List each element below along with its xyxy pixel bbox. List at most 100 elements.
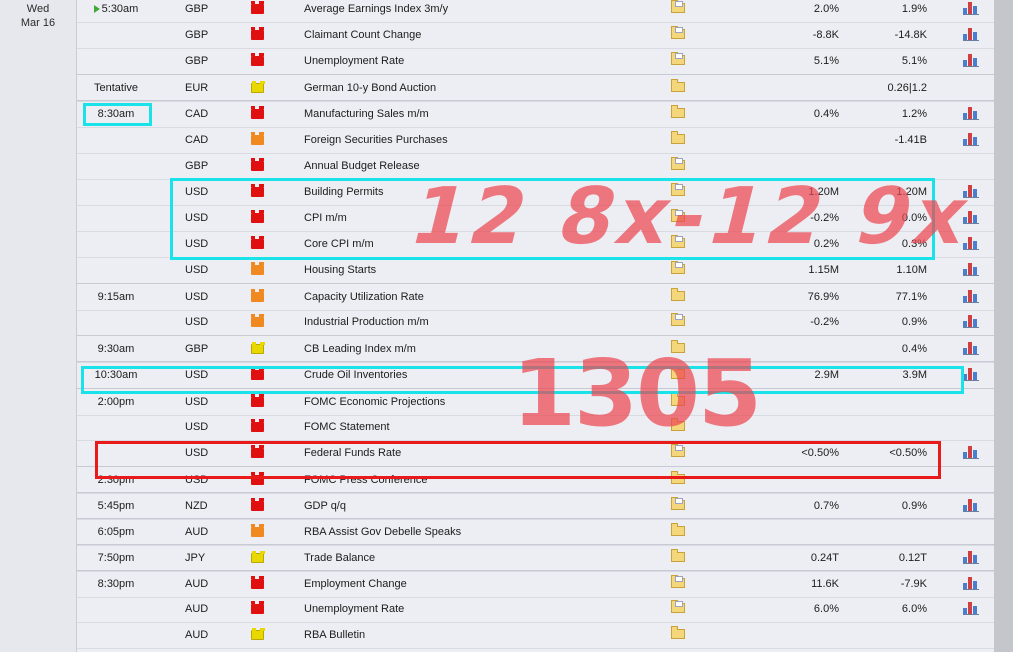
- detail-cell[interactable]: [671, 0, 687, 22]
- calendar-row[interactable]: Tentative EUR German 10-y Bond Auction 0.26…: [77, 74, 994, 102]
- detail-cell[interactable]: [671, 284, 687, 310]
- calendar-row[interactable]: GBP Unemployment Rate 5.1% 5.1%: [77, 48, 994, 75]
- detail-cell[interactable]: [671, 257, 687, 283]
- bar-chart-icon[interactable]: [963, 262, 979, 276]
- graph-cell[interactable]: [963, 493, 981, 519]
- calendar-row[interactable]: 8:30am CAD Manufacturing Sales m/m 0.4% 1.2%: [77, 100, 994, 128]
- event-currency: GBP: [185, 55, 209, 67]
- bar-chart-icon[interactable]: [963, 498, 979, 512]
- bar-chart-icon[interactable]: [963, 1, 979, 15]
- graph-cell[interactable]: [963, 101, 981, 127]
- detail-folder-icon[interactable]: [671, 418, 685, 431]
- graph-cell[interactable]: [963, 440, 981, 466]
- detail-folder-icon[interactable]: [671, 575, 685, 588]
- calendar-row[interactable]: USD FOMC Statement: [77, 414, 994, 441]
- graph-cell[interactable]: [963, 571, 981, 597]
- graph-cell[interactable]: [963, 0, 981, 22]
- detail-cell[interactable]: [671, 127, 687, 153]
- detail-cell[interactable]: [671, 75, 687, 101]
- graph-cell[interactable]: [963, 127, 981, 153]
- bar-chart-icon[interactable]: [963, 314, 979, 328]
- calendar-row[interactable]: GBP Annual Budget Release: [77, 153, 994, 180]
- bar-chart-icon[interactable]: [963, 132, 979, 146]
- detail-folder-icon[interactable]: [671, 626, 685, 639]
- detail-folder-icon[interactable]: [671, 313, 685, 326]
- bar-chart-icon[interactable]: [963, 184, 979, 198]
- detail-folder-icon[interactable]: [671, 105, 685, 118]
- calendar-row[interactable]: GBP Claimant Count Change -8.8K -14.8K: [77, 22, 994, 49]
- calendar-row[interactable]: CAD Foreign Securities Purchases -1.41B: [77, 127, 994, 154]
- bar-chart-icon-part: [963, 614, 979, 615]
- calendar-row[interactable]: 7:50pm JPY Trade Balance 0.24T 0.12T: [77, 544, 994, 572]
- detail-folder-icon[interactable]: [671, 600, 685, 613]
- bar-chart-icon[interactable]: [963, 367, 979, 381]
- bar-chart-icon[interactable]: [963, 53, 979, 67]
- calendar-row[interactable]: 5:45pm NZD GDP q/q 0.7% 0.9%: [77, 492, 994, 520]
- event-currency: AUD: [185, 629, 209, 641]
- detail-cell[interactable]: [671, 493, 687, 519]
- graph-cell[interactable]: [963, 284, 981, 310]
- calendar-row[interactable]: 5:30am GBP Average Earnings Index 3m/y 2.0%…: [77, 0, 994, 23]
- event-time: [77, 596, 155, 622]
- detail-folder-icon[interactable]: [671, 26, 685, 39]
- bar-chart-icon[interactable]: [963, 236, 979, 250]
- graph-cell[interactable]: [963, 596, 981, 622]
- calendar-row[interactable]: 9:15am USD Capacity Utilization Rate 76.9% 7…: [77, 283, 994, 311]
- graph-cell[interactable]: [963, 309, 981, 335]
- detail-folder-icon[interactable]: [671, 261, 685, 274]
- bar-chart-icon[interactable]: [963, 106, 979, 120]
- bar-chart-icon[interactable]: [963, 550, 979, 564]
- detail-folder-icon[interactable]: [671, 393, 685, 406]
- calendar-row[interactable]: 9:30am GBP CB Leading Index m/m 0.4%: [77, 335, 994, 363]
- graph-cell[interactable]: [963, 205, 981, 231]
- graph-cell[interactable]: [963, 231, 981, 257]
- detail-folder-icon[interactable]: [671, 523, 685, 536]
- detail-folder-icon[interactable]: [671, 79, 685, 92]
- detail-folder-icon[interactable]: [671, 0, 685, 13]
- bar-chart-icon[interactable]: [963, 289, 979, 303]
- graph-cell[interactable]: [963, 48, 981, 74]
- graph-cell[interactable]: [963, 336, 981, 362]
- detail-cell[interactable]: [671, 336, 687, 362]
- bar-chart-icon-part: [963, 249, 979, 250]
- detail-cell[interactable]: [671, 414, 687, 440]
- graph-cell[interactable]: [963, 179, 981, 205]
- graph-cell[interactable]: [963, 257, 981, 283]
- detail-folder-icon[interactable]: [671, 157, 685, 170]
- bar-chart-icon[interactable]: [963, 341, 979, 355]
- detail-folder-icon[interactable]: [671, 52, 685, 65]
- detail-folder-icon[interactable]: [671, 340, 685, 353]
- bar-chart-icon[interactable]: [963, 601, 979, 615]
- bar-chart-icon[interactable]: [963, 210, 979, 224]
- detail-folder-icon[interactable]: [671, 549, 685, 562]
- event-previous: [847, 153, 927, 179]
- detail-cell[interactable]: [671, 596, 687, 622]
- detail-folder-icon[interactable]: [671, 497, 685, 510]
- graph-cell[interactable]: [963, 362, 981, 388]
- calendar-row[interactable]: AUD RBA Bulletin: [77, 622, 994, 649]
- detail-cell[interactable]: [671, 622, 687, 648]
- calendar-row[interactable]: USD Housing Starts 1.15M 1.10M: [77, 257, 994, 284]
- detail-folder-icon[interactable]: [671, 288, 685, 301]
- bar-chart-icon-part: [963, 40, 979, 41]
- bar-chart-icon[interactable]: [963, 576, 979, 590]
- detail-cell[interactable]: [671, 545, 687, 571]
- scrollbar-track[interactable]: [994, 0, 1013, 652]
- bar-chart-icon[interactable]: [963, 27, 979, 41]
- detail-cell[interactable]: [671, 22, 687, 48]
- detail-cell[interactable]: [671, 153, 687, 179]
- calendar-row[interactable]: USD Industrial Production m/m -0.2% 0.9%: [77, 309, 994, 336]
- graph-cell[interactable]: [963, 22, 981, 48]
- calendar-row[interactable]: AUD Unemployment Rate 6.0% 6.0%: [77, 596, 994, 623]
- detail-cell[interactable]: [671, 309, 687, 335]
- detail-cell[interactable]: [671, 519, 687, 545]
- detail-cell[interactable]: [671, 48, 687, 74]
- detail-folder-icon[interactable]: [671, 131, 685, 144]
- calendar-row[interactable]: 6:05pm AUD RBA Assist Gov Debelle Speaks: [77, 518, 994, 546]
- calendar-row[interactable]: 8:30pm AUD Employment Change 11.6K -7.9K: [77, 570, 994, 598]
- event-previous: 77.1%: [895, 291, 927, 303]
- detail-cell[interactable]: [671, 571, 687, 597]
- graph-cell[interactable]: [963, 545, 981, 571]
- bar-chart-icon[interactable]: [963, 445, 979, 459]
- detail-cell[interactable]: [671, 101, 687, 127]
